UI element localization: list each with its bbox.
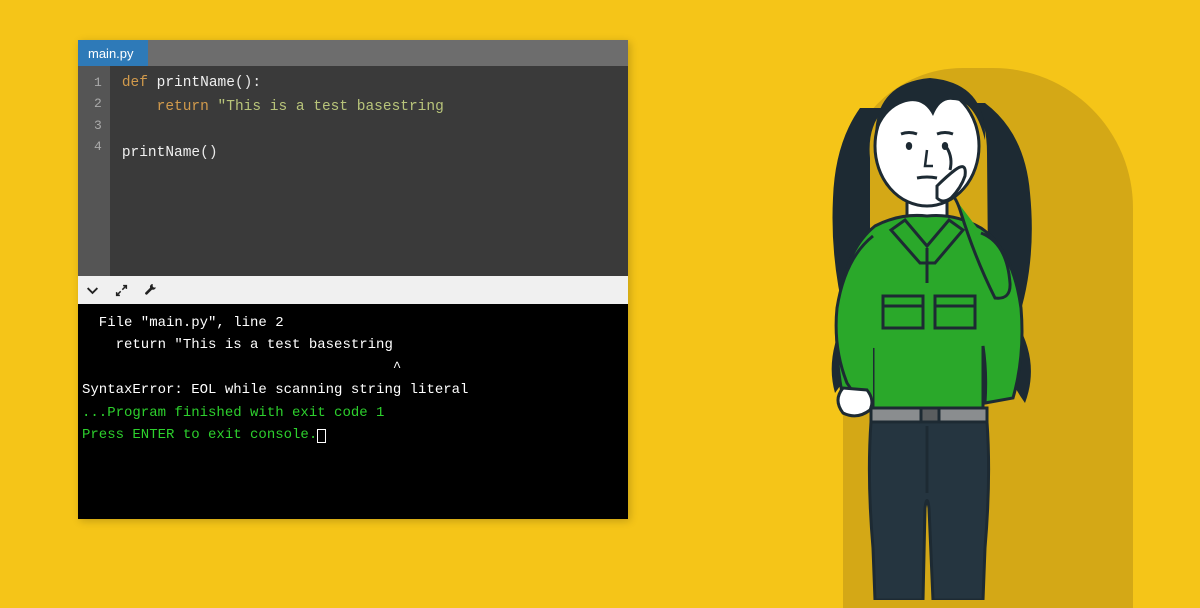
line-number: 2 [94, 93, 102, 114]
terminal-line: ^ [82, 357, 624, 379]
code-line: printName() [122, 142, 616, 166]
line-number: 4 [94, 136, 102, 157]
terminal-line: ...Program finished with exit code 1 [82, 402, 624, 424]
expand-icon[interactable] [115, 284, 128, 297]
terminal-output[interactable]: File "main.py", line 2 return "This is a… [78, 304, 628, 519]
code-editor[interactable]: 1 2 3 4 def printName(): return "This is… [78, 66, 628, 276]
code-content[interactable]: def printName(): return "This is a test … [110, 66, 628, 276]
tab-filename: main.py [88, 46, 134, 61]
person-graphic [725, 48, 1105, 600]
line-number: 3 [94, 115, 102, 136]
file-tab[interactable]: main.py [78, 40, 148, 66]
terminal-toolbar [78, 276, 628, 304]
code-line: def printName(): [122, 72, 616, 96]
code-line: return "This is a test basestring [122, 96, 616, 120]
code-line [122, 120, 616, 142]
line-number: 1 [94, 72, 102, 93]
terminal-line: File "main.py", line 2 [82, 312, 624, 334]
wrench-icon[interactable] [144, 283, 158, 297]
terminal-line: return "This is a test basestring [82, 334, 624, 356]
tab-bar: main.py [78, 40, 628, 66]
chevron-down-icon[interactable] [86, 284, 99, 297]
line-gutter: 1 2 3 4 [78, 66, 110, 276]
cursor-icon [317, 429, 326, 443]
editor-window: main.py 1 2 3 4 def printName(): return … [78, 40, 628, 519]
thinking-person-illustration [725, 48, 1105, 600]
terminal-line: Press ENTER to exit console. [82, 424, 624, 446]
terminal-line: SyntaxError: EOL while scanning string l… [82, 379, 624, 401]
